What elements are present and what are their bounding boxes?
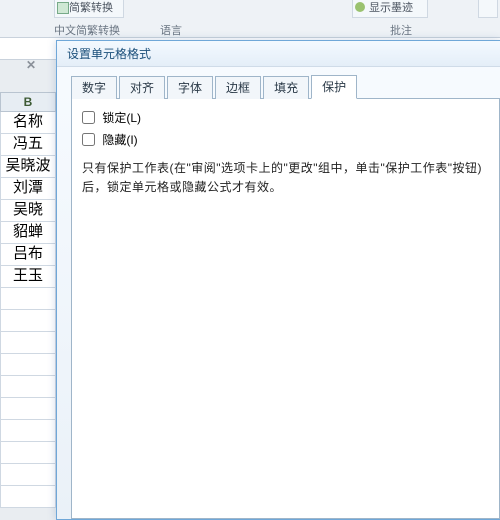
cell[interactable]: 名称 [0,112,56,134]
tab-font[interactable]: 字体 [167,76,213,100]
cell-empty[interactable] [0,332,56,354]
dialog-body: 数字 对齐 字体 边框 填充 保护 锁定(L) 隐藏(I) 只有保护工作表(在"… [71,75,500,519]
cell[interactable]: 吴晓波 [0,156,56,178]
cell-empty[interactable] [0,376,56,398]
tab-protect[interactable]: 保护 [311,75,357,99]
cell-empty[interactable] [0,442,56,464]
hidden-label: 隐藏(I) [102,133,137,147]
formula-cancel-icon[interactable]: ✕ [26,58,42,72]
cell-empty[interactable] [0,288,56,310]
format-cells-dialog: 设置单元格格式 数字 对齐 字体 边框 填充 保护 锁定(L) 隐藏(I) 只有… [56,40,500,520]
tab-strip: 数字 对齐 字体 边框 填充 保护 [71,75,500,99]
locked-label: 锁定(L) [102,111,141,125]
cell[interactable]: 貂蝉 [0,222,56,244]
protect-explanation: 只有保护工作表(在"审阅"选项卡上的"更改"组中，单击"保护工作表"按钮)后，锁… [82,159,489,197]
dialog-title: 设置单元格格式 [57,41,500,67]
ribbon: 简繁转换 中文简繁转换 语言 显示墨迹 批注 [0,0,500,38]
cell[interactable]: 冯五 [0,134,56,156]
tab-align[interactable]: 对齐 [119,76,165,100]
cell-empty[interactable] [0,354,56,376]
ribbon-group-scconvert: 中文简繁转换 [54,22,120,38]
cell[interactable]: 刘潭 [0,178,56,200]
ribbon-group-annotation: 批注 [390,22,412,38]
ribbon-button-right[interactable] [478,0,498,18]
cell[interactable]: 吴晓 [0,200,56,222]
tab-panel-protect: 锁定(L) 隐藏(I) 只有保护工作表(在"审阅"选项卡上的"更改"组中，单击"… [71,99,500,519]
cell[interactable]: 王玉 [0,266,56,288]
cell-empty[interactable] [0,464,56,486]
column-header[interactable]: B [0,92,56,112]
cell-empty[interactable] [0,310,56,332]
tab-fill[interactable]: 填充 [263,76,309,100]
ribbon-group-language: 语言 [160,22,182,38]
ribbon-btn-simplified-traditional[interactable]: 简繁转换 [54,0,124,18]
cell-empty[interactable] [0,486,56,508]
spreadsheet-column: B 名称 冯五 吴晓波 刘潭 吴晓 貂蝉 吕布 王玉 [0,92,56,508]
cell[interactable]: 吕布 [0,244,56,266]
tab-number[interactable]: 数字 [71,76,117,100]
tab-border[interactable]: 边框 [215,76,261,100]
hidden-checkbox[interactable] [82,133,95,146]
locked-checkbox[interactable] [82,111,95,124]
cell-empty[interactable] [0,398,56,420]
cell-empty[interactable] [0,420,56,442]
ribbon-btn-show-ink[interactable]: 显示墨迹 [352,0,428,18]
